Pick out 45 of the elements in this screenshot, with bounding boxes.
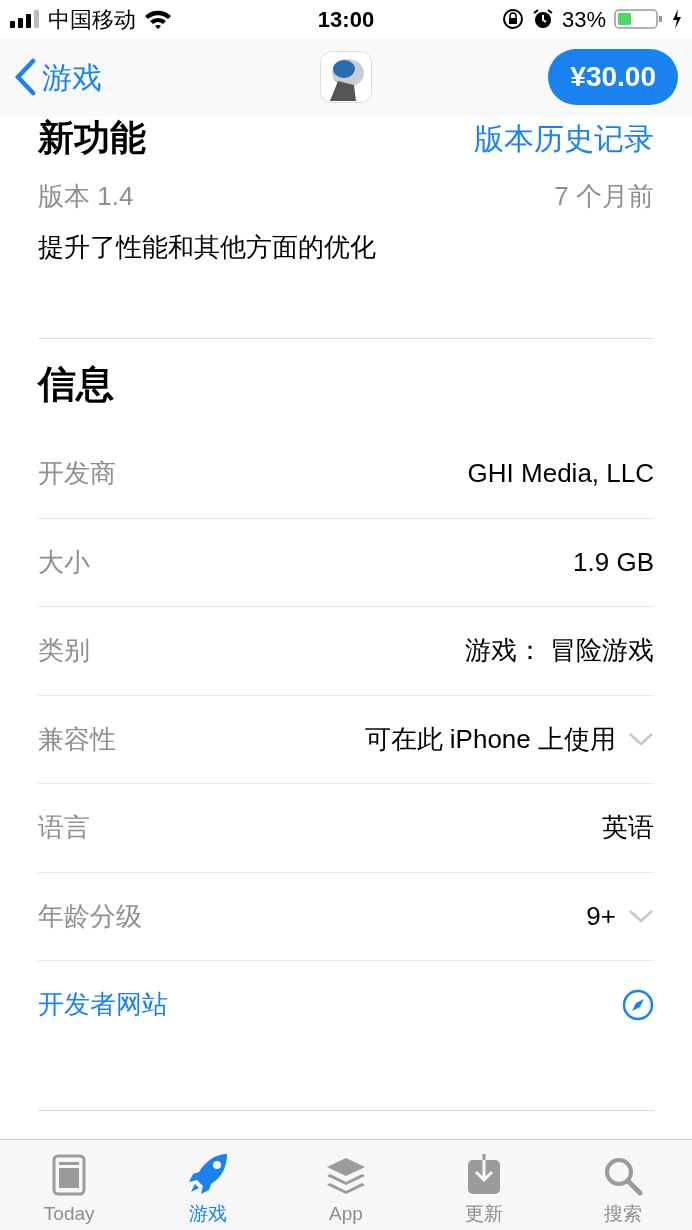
rocket-icon xyxy=(186,1151,229,1196)
info-value: 1.9 GB xyxy=(573,545,654,579)
chevron-down-icon xyxy=(628,908,654,925)
section-title: 信息 xyxy=(38,361,114,407)
battery-percent: 33% xyxy=(561,5,606,34)
info-value: 可在此 iPhone 上使用 xyxy=(364,722,616,756)
info-value: 英语 xyxy=(602,811,654,845)
charging-icon xyxy=(672,9,682,29)
info-value: 9+ xyxy=(586,899,616,933)
tab-bar-item[interactable]: Today xyxy=(0,1140,139,1230)
info-label: 开发商 xyxy=(38,456,116,490)
chevron-down-icon xyxy=(628,731,654,748)
chevron-left-icon xyxy=(14,58,36,96)
signal-icon xyxy=(10,10,40,28)
back-button[interactable]: 游戏 xyxy=(14,54,102,100)
tab-bar-item[interactable]: 更新 xyxy=(415,1140,554,1230)
wifi-icon xyxy=(144,9,172,29)
tab-bar-item[interactable]: 搜索 xyxy=(553,1140,692,1230)
download-icon xyxy=(466,1153,503,1196)
info-label: 年龄分级 xyxy=(38,899,142,933)
tab-bar-item[interactable]: App xyxy=(276,1140,416,1230)
battery-icon xyxy=(614,8,664,30)
carrier-name: 中国移动 xyxy=(48,5,136,34)
release-age: 7 个月前 xyxy=(554,179,654,213)
tab-bar-item[interactable]: 游戏 xyxy=(138,1140,277,1230)
app-icon xyxy=(320,51,372,103)
compass-icon xyxy=(622,988,654,1021)
version-history-link[interactable]: 版本历史记录 xyxy=(474,116,654,161)
alarm-icon xyxy=(531,8,554,30)
info-label: 大小 xyxy=(38,545,90,579)
section-title: 新功能 xyxy=(38,116,146,160)
info-label: 兼容性 xyxy=(38,722,116,756)
info-label: 语言 xyxy=(38,811,90,845)
info-value: GHI Media, LLC xyxy=(467,456,654,490)
status-time: 13:00 xyxy=(317,5,375,34)
info-value: 游戏： 冒险游戏 xyxy=(464,634,654,668)
layers-icon xyxy=(325,1155,367,1196)
developer-website-link[interactable]: 开发者网站 xyxy=(38,985,168,1025)
rotation-lock-icon xyxy=(501,8,524,30)
version-label: 版本 1.4 xyxy=(38,179,134,213)
price-button[interactable]: ¥30.00 xyxy=(548,49,678,105)
search-icon xyxy=(602,1155,643,1196)
newspaper-icon xyxy=(52,1153,87,1196)
release-notes: 提升了性能和其他方面的优化 xyxy=(38,231,377,264)
info-label: 类别 xyxy=(38,634,90,668)
